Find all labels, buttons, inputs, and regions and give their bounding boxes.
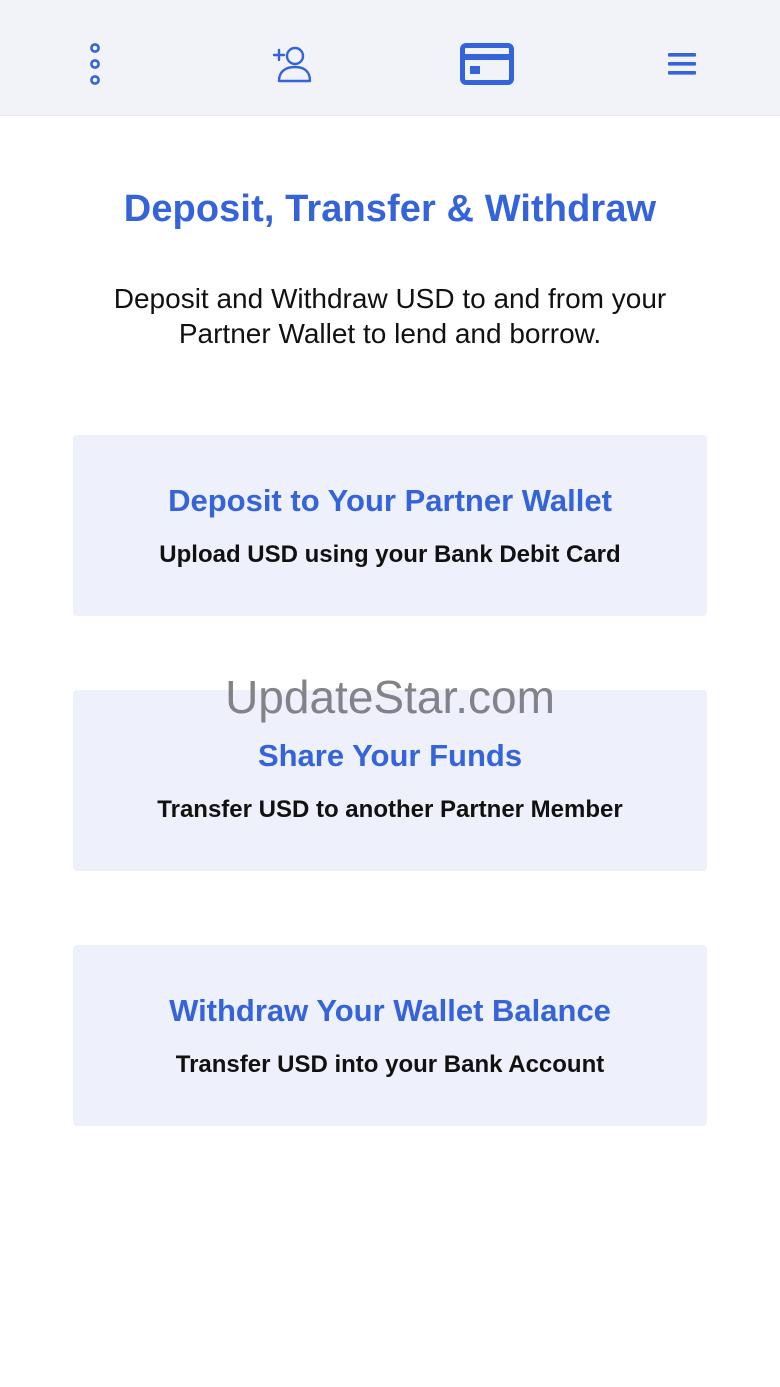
add-user-button[interactable] bbox=[256, 28, 328, 100]
subtitle-line: Deposit and Withdraw USD to and from you… bbox=[113, 283, 667, 314]
more-options-button[interactable] bbox=[59, 28, 131, 100]
page-subtitle: Deposit and Withdraw USD to and from you… bbox=[60, 281, 720, 351]
more-vertical-icon bbox=[90, 43, 100, 85]
page-title: Deposit, Transfer & Withdraw bbox=[123, 188, 657, 230]
main-menu-button[interactable] bbox=[646, 28, 718, 100]
share-funds-option-title: Share Your Funds bbox=[257, 738, 523, 773]
withdraw-option-card[interactable]: Withdraw Your Wallet Balance Transfer US… bbox=[73, 945, 707, 1126]
withdraw-option-title: Withdraw Your Wallet Balance bbox=[169, 993, 611, 1028]
card-transactions-button[interactable] bbox=[451, 28, 523, 100]
withdraw-option-description: Transfer USD into your Bank Account bbox=[175, 1051, 605, 1078]
hamburger-menu-icon bbox=[668, 53, 696, 75]
deposit-option-card[interactable]: Deposit to Your Partner Wallet Upload US… bbox=[73, 435, 707, 616]
add-user-icon bbox=[272, 46, 312, 83]
share-funds-option-description: Transfer USD to another Partner Member bbox=[157, 796, 623, 823]
credit-card-icon bbox=[460, 43, 514, 85]
share-funds-option-card[interactable]: Share Your Funds Transfer USD to another… bbox=[73, 690, 707, 871]
deposit-option-description: Upload USD using your Bank Debit Card bbox=[159, 541, 621, 568]
deposit-option-title: Deposit to Your Partner Wallet bbox=[168, 483, 612, 518]
subtitle-line: Partner Wallet to lend and borrow. bbox=[178, 318, 602, 349]
top-navigation-bar bbox=[0, 0, 780, 116]
